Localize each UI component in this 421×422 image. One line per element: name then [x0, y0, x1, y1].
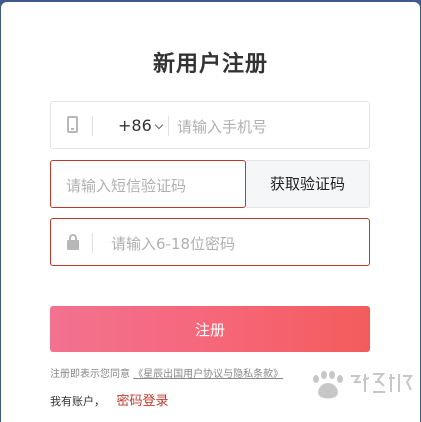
country-code-select[interactable]: +86	[118, 116, 152, 135]
password-login-link[interactable]: 密码登录	[117, 394, 169, 409]
get-sms-code-button[interactable]: 获取验证码	[246, 160, 370, 208]
agreement-link[interactable]: 《星辰出国用户协议与隐私条款》	[133, 369, 283, 380]
register-button[interactable]: 注册	[50, 306, 370, 352]
password-field[interactable]: 请输入6-18位密码	[50, 218, 370, 266]
account-row: 我有账户， 密码登录	[50, 390, 169, 409]
mobile-phone-icon	[67, 116, 79, 134]
account-text: 我有账户，	[50, 395, 105, 408]
divider	[92, 233, 93, 253]
page-title: 新用户注册	[152, 52, 268, 77]
agreement-text: 注册即表示您同意 《星辰出国用户协议与隐私条款》	[50, 365, 283, 380]
chevron-down-icon[interactable]	[154, 120, 164, 130]
divider	[168, 116, 169, 136]
agreement-prefix: 注册即表示您同意	[50, 369, 130, 380]
phone-field[interactable]: +86 请输入手机号	[50, 101, 370, 149]
lock-icon	[67, 233, 79, 251]
divider	[92, 116, 93, 136]
baidu-jingyan-watermark	[313, 371, 413, 399]
register-card: 新用户注册 +86 请输入手机号 请输入短信验证码 获取验证码 请输入6-18位…	[1, 2, 420, 422]
sms-code-input[interactable]: 请输入短信验证码	[66, 175, 186, 196]
phone-input[interactable]: 请输入手机号	[177, 116, 267, 137]
password-input[interactable]: 请输入6-18位密码	[111, 233, 235, 254]
sms-code-field[interactable]: 请输入短信验证码	[50, 160, 246, 208]
